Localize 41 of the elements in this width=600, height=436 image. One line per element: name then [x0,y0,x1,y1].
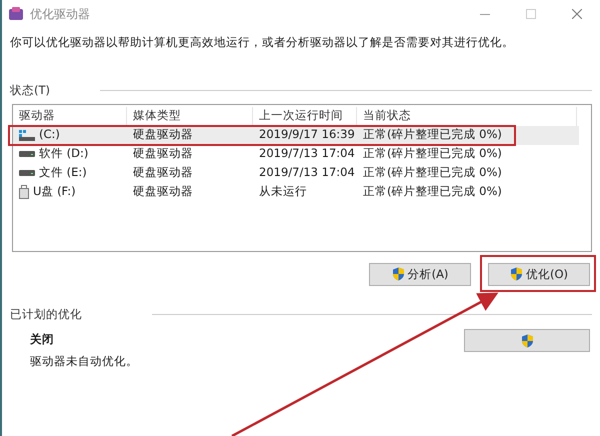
table-cell-text: 2019/7/13 17:04 [258,166,356,180]
table-cell-text: 硬盘驱动器 [132,128,194,142]
drive-row[interactable]: 软件 (D:) 硬盘驱动器 2019/7/13 17:04 正常(碎片整理已完成 0%) [13,144,579,164]
column-header[interactable]: 驱动器 [13,106,127,126]
drive-icon [19,151,35,158]
table-cell-text: 硬盘驱动器 [132,147,194,161]
app-icon [8,6,24,22]
schedule-button[interactable] [464,329,590,352]
description-text: 你可以优化驱动器以帮助计算机更高效地运行，或者分析驱动器以了解是否需要对其进行优化。 [9,34,515,50]
table-cell-text: 硬盘驱动器 [132,166,194,180]
table-cell-text: 正常(碎片整理已完成 0%) [362,147,503,161]
column-header[interactable]: 上一次运行时间 [253,106,357,126]
table-cell-text: 2019/9/17 16:39 [258,128,356,142]
drive-name: 软件 (D:) [39,147,88,161]
table-cell-text: 硬盘驱动器 [132,185,194,199]
column-header[interactable]: 媒体类型 [127,106,253,126]
table-cell-text: 正常(碎片整理已完成 0%) [362,185,503,199]
drive-name: 文件 (E:) [39,166,87,180]
shield-icon [392,267,405,282]
table-cell-text: 2019/7/13 17:04 [258,147,356,161]
table-cell-text: 正常(碎片整理已完成 0%) [362,166,503,180]
schedule-state: 关闭 [30,333,55,348]
table-cell-text: 正常(碎片整理已完成 0%) [362,128,503,142]
drive-row[interactable]: U盘 (F:) 硬盘驱动器 从未运行 正常(碎片整理已完成 0%) [13,182,579,202]
action-button[interactable]: 分析(A) [369,262,471,286]
section-title: 状态(T) [10,84,50,98]
table-cell-text: 从未运行 [258,185,308,199]
drive-icon [19,170,35,176]
window-title: 优化驱动器 [30,6,90,22]
usb-drive-icon [19,185,29,200]
schedule-note: 驱动器未自动优化。 [30,355,138,369]
close-icon [572,9,582,19]
maximize-icon [526,9,536,19]
windows-drive-icon [19,130,35,141]
drive-name: (C:) [39,128,60,142]
action-button[interactable]: 优化(O) [488,262,590,286]
drive-row[interactable]: 文件 (E:) 硬盘驱动器 2019/7/13 17:04 正常(碎片整理已完成 0%) [13,164,579,183]
shield-icon [510,267,523,282]
drive-name: U盘 (F:) [33,185,76,199]
shield-icon [520,334,534,348]
section-title: 已计划的优化 [10,308,82,322]
